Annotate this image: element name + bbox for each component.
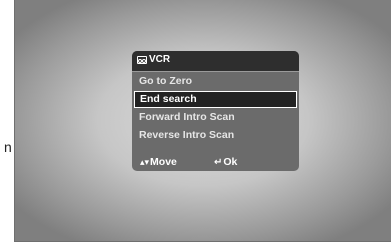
ok-label: Ok [223,156,238,168]
menu-item-go-to-zero[interactable]: Go to Zero [134,73,297,90]
ok-hint: ↵Ok [214,156,237,168]
vcr-osd-menu: VCR Go to Zero End search Forward Intro … [132,51,299,171]
menu-item-end-search[interactable]: End search [134,91,297,108]
menu-title: VCR [149,54,171,65]
move-hint: ▴▾Move [140,156,177,168]
up-down-arrow-icon: ▴▾ [140,157,150,167]
menu-footer: ▴▾Move ↵Ok [132,154,299,171]
menu-item-forward-intro-scan[interactable]: Forward Intro Scan [134,109,297,126]
tv-screen: VCR Go to Zero End search Forward Intro … [14,0,391,242]
enter-icon: ↵ [214,157,223,168]
menu-item-reverse-intro-scan[interactable]: Reverse Intro Scan [134,127,297,144]
move-label: Move [150,156,177,168]
menu-header: VCR [132,51,299,72]
cropped-text-fragment: n [4,139,12,155]
vcr-tape-icon [137,56,147,64]
